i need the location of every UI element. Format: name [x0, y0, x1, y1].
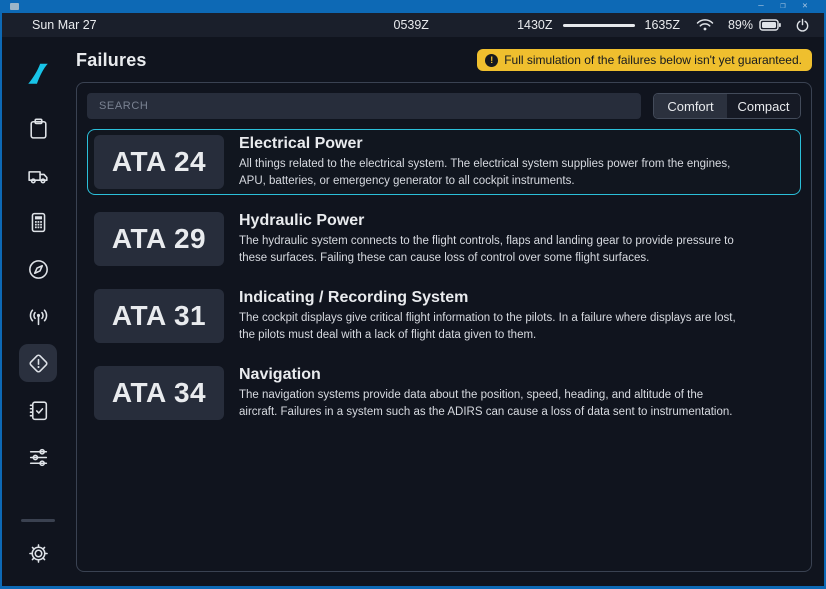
main-content: Failures ! Full simulation of the failur… [74, 37, 824, 586]
wifi-icon [696, 18, 714, 32]
sidebar-item-presets[interactable] [19, 438, 57, 476]
departure-time: 1430Z [517, 18, 552, 32]
flight-times: 1430Z 1635Z [517, 18, 680, 32]
app-window: – ❐ ✕ Sun Mar 27 0539Z 1430Z 1635Z 89% [0, 0, 826, 589]
sidebar-item-performance[interactable] [19, 203, 57, 241]
failures-panel: Comfort Compact ATA 24 Electrical Power … [76, 82, 812, 572]
minimize-button[interactable]: – [750, 0, 772, 13]
failure-card-description: The cockpit displays give critical fligh… [239, 310, 742, 343]
close-button[interactable]: ✕ [794, 0, 816, 13]
compass-icon [26, 257, 51, 282]
failure-card-list: ATA 24 Electrical Power All things relat… [87, 129, 801, 426]
sidebar-item-checklists[interactable] [19, 391, 57, 429]
warning-banner: ! Full simulation of the failures below … [477, 49, 812, 71]
failure-card-description: The hydraulic system connects to the fli… [239, 233, 742, 266]
view-mode-comfort[interactable]: Comfort [654, 94, 727, 118]
ata-badge: ATA 31 [94, 289, 224, 343]
os-titlebar: – ❐ ✕ [2, 0, 824, 13]
failure-card-ata34[interactable]: ATA 34 Navigation The navigation systems… [87, 360, 801, 426]
app-icon [10, 3, 19, 10]
sidebar-item-navigation[interactable] [19, 250, 57, 288]
info-circle-icon: ! [485, 54, 498, 67]
flight-progress-bar [563, 24, 635, 27]
failure-card-title: Electrical Power [239, 135, 742, 153]
sidebar-divider [21, 519, 55, 522]
maximize-button[interactable]: ❐ [772, 0, 794, 13]
sidebar-item-settings[interactable] [19, 534, 57, 572]
failure-card-ata24[interactable]: ATA 24 Electrical Power All things relat… [87, 129, 801, 195]
failure-card-description: All things related to the electrical sys… [239, 156, 742, 189]
failure-card-ata31[interactable]: ATA 31 Indicating / Recording System The… [87, 283, 801, 349]
gear-icon [26, 541, 51, 566]
statusbar: Sun Mar 27 0539Z 1430Z 1635Z 89% [2, 13, 824, 37]
sidebar-item-dashboard[interactable] [19, 109, 57, 147]
power-icon[interactable] [795, 18, 810, 33]
sidebar-item-atc[interactable] [19, 297, 57, 335]
sidebar-item-failures[interactable] [19, 344, 57, 382]
flybywire-logo [19, 55, 57, 93]
ata-badge: ATA 29 [94, 212, 224, 266]
battery-percent: 89% [728, 18, 753, 32]
search-input[interactable] [87, 93, 641, 119]
sliders-icon [26, 445, 51, 470]
app-body: Failures ! Full simulation of the failur… [2, 37, 824, 586]
failure-card-description: The navigation systems provide data abou… [239, 387, 742, 420]
statusbar-current-time: 0539Z [394, 18, 429, 32]
statusbar-date: Sun Mar 27 [32, 18, 97, 32]
arrival-time: 1635Z [645, 18, 680, 32]
failure-diamond-icon [26, 351, 51, 376]
calculator-icon [26, 210, 51, 235]
page-title: Failures [76, 50, 147, 71]
battery-icon [759, 19, 781, 31]
failure-card-ata29[interactable]: ATA 29 Hydraulic Power The hydraulic sys… [87, 206, 801, 272]
clipboard-icon [26, 116, 51, 141]
truck-icon [26, 163, 51, 188]
view-mode-toggle: Comfort Compact [653, 93, 801, 119]
failure-card-title: Hydraulic Power [239, 212, 742, 230]
checklist-icon [26, 398, 51, 423]
ata-badge: ATA 34 [94, 366, 224, 420]
failure-card-title: Indicating / Recording System [239, 289, 742, 307]
sidebar-item-dispatch[interactable] [19, 156, 57, 194]
failure-card-title: Navigation [239, 366, 742, 384]
view-mode-compact[interactable]: Compact [727, 94, 800, 118]
sidebar [2, 37, 74, 586]
broadcast-icon [26, 304, 51, 329]
warning-text: Full simulation of the failures below is… [504, 53, 802, 67]
ata-badge: ATA 24 [94, 135, 224, 189]
